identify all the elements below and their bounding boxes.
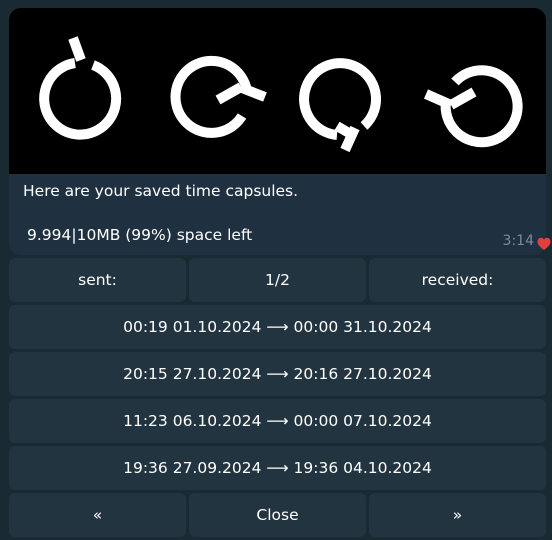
- capsule-button[interactable]: 20:15 27.10.2024 ⟶ 20:16 27.10.2024: [9, 352, 546, 396]
- message-bubble: Here are your saved time capsules. 9.994…: [9, 8, 546, 255]
- message-text: Here are your saved time capsules.: [23, 182, 299, 200]
- storage-quota-text: 9.994|10MB (99%) space left: [27, 226, 253, 244]
- clock-rewind-icon: [170, 55, 267, 138]
- received-tab-button[interactable]: received:: [369, 258, 546, 302]
- message-timestamp: 3:14: [502, 233, 534, 249]
- clock-rewind-icon: [299, 58, 382, 153]
- clock-rewind-icon: [423, 65, 523, 148]
- chat-view: Here are your saved time capsules. 9.994…: [0, 0, 552, 540]
- clock-icons-strip: [39, 36, 523, 153]
- page-indicator-button[interactable]: 1/2: [189, 258, 366, 302]
- capsule-button[interactable]: 19:36 27.09.2024 ⟶ 19:36 04.10.2024: [9, 446, 546, 490]
- capsule-button[interactable]: 11:23 06.10.2024 ⟶ 00:00 07.10.2024: [9, 399, 546, 443]
- capsule-button[interactable]: 00:19 01.10.2024 ⟶ 00:00 31.10.2024: [9, 305, 546, 349]
- previous-page-button[interactable]: «: [9, 493, 186, 537]
- heart-icon[interactable]: [537, 237, 551, 251]
- sent-tab-button[interactable]: sent:: [9, 258, 186, 302]
- next-page-button[interactable]: »: [369, 493, 546, 537]
- close-button[interactable]: Close: [189, 493, 366, 537]
- message-image[interactable]: [9, 8, 546, 174]
- clock-rewind-icon: [39, 36, 122, 140]
